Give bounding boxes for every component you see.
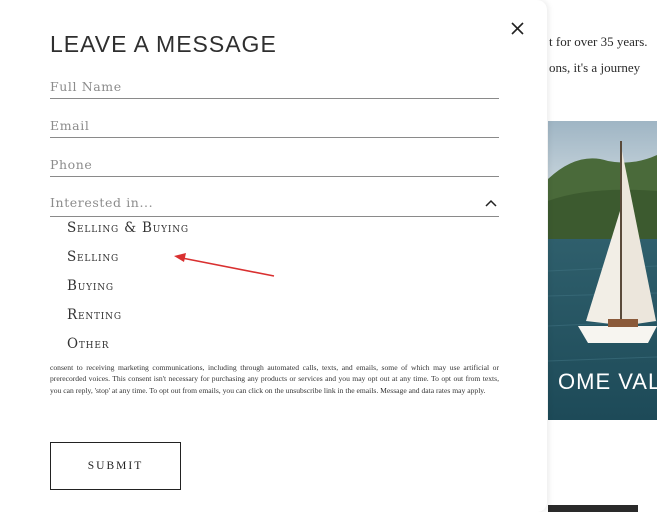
email-input[interactable] bbox=[50, 118, 499, 133]
full-name-input[interactable] bbox=[50, 79, 499, 94]
close-icon bbox=[511, 22, 524, 35]
background-text-line-1: t for over 35 years. bbox=[549, 34, 648, 49]
close-button[interactable] bbox=[505, 16, 529, 40]
modal-title: LEAVE A MESSAGE bbox=[50, 31, 277, 57]
leave-message-modal: LEAVE A MESSAGE Interested in... Selling… bbox=[0, 0, 547, 512]
phone-input[interactable] bbox=[50, 157, 499, 172]
consent-text: consent to receiving marketing communica… bbox=[50, 363, 499, 395]
interested-in-placeholder: Interested in... bbox=[50, 195, 154, 210]
overlay-text: OME VAL bbox=[558, 369, 657, 394]
interested-in-select[interactable]: Interested in... bbox=[50, 194, 499, 217]
option-other[interactable]: Other bbox=[67, 336, 109, 352]
option-buying[interactable]: Buying bbox=[67, 278, 114, 294]
email-field[interactable] bbox=[50, 115, 499, 138]
phone-field[interactable] bbox=[50, 154, 499, 177]
chevron-up-icon bbox=[485, 199, 497, 207]
option-selling[interactable]: Selling bbox=[67, 249, 119, 265]
background-text-line-2: ons, it's a journey bbox=[549, 60, 641, 75]
background-dark-block bbox=[548, 505, 638, 512]
full-name-field[interactable] bbox=[50, 76, 499, 99]
sailboat-image: OME VAL bbox=[548, 121, 657, 420]
option-selling-buying[interactable]: Selling & Buying bbox=[67, 220, 189, 236]
option-renting[interactable]: Renting bbox=[67, 307, 122, 323]
submit-button[interactable]: SUBMIT bbox=[50, 442, 181, 490]
